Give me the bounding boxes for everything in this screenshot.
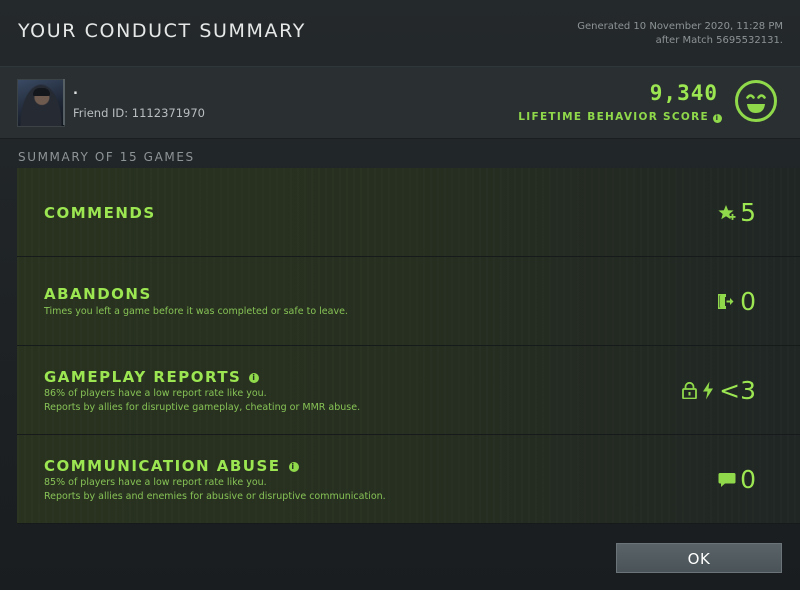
- avatar-divider: [63, 79, 65, 125]
- generated-date: Generated 10 November 2020, 11:28 PM: [577, 21, 783, 32]
- star-plus-icon: [718, 205, 736, 220]
- behavior-score-label: LIFETIME BEHAVIOR SCORE i: [518, 111, 722, 123]
- row-abandons: ABANDONS Times you left a game before it…: [17, 257, 800, 346]
- info-icon[interactable]: i: [288, 462, 299, 472]
- conduct-summary-window: YOUR CONDUCT SUMMARY Generated 10 Novemb…: [0, 0, 800, 590]
- page-title: YOUR CONDUCT SUMMARY: [18, 20, 306, 42]
- abandons-value: 0: [740, 287, 756, 316]
- gameplay-reports-value: <3: [719, 376, 756, 405]
- communication-abuse-detail: Reports by allies and enemies for abusiv…: [44, 491, 386, 502]
- gameplay-reports-description: 86% of players have a low report rate li…: [44, 387, 360, 415]
- behavior-score-value: 9,340: [649, 81, 718, 105]
- friend-id: Friend ID: 1112371970: [73, 106, 205, 120]
- avatar[interactable]: [17, 79, 65, 127]
- info-icon[interactable]: i: [713, 114, 722, 123]
- gameplay-reports-detail: Reports by allies for disruptive gamepla…: [44, 402, 361, 413]
- speech-bubble-icon: [718, 473, 736, 487]
- abandons-description: Times you left a game before it was comp…: [44, 306, 348, 317]
- communication-abuse-description: 85% of players have a low report rate li…: [44, 476, 386, 504]
- communication-abuse-rate: 85% of players have a low report rate li…: [44, 477, 267, 488]
- gameplay-reports-rate: 86% of players have a low report rate li…: [44, 388, 267, 399]
- generated-match: after Match 5695532131.: [655, 35, 783, 46]
- profile-bar: . Friend ID: 1112371970 9,340 LIFETIME B…: [0, 66, 800, 139]
- communication-abuse-title: COMMUNICATION ABUSE i: [44, 457, 299, 475]
- row-gameplay-reports: GAMEPLAY REPORTS i 86% of players have a …: [17, 346, 800, 435]
- summary-heading: SUMMARY OF 15 GAMES: [18, 150, 195, 164]
- smiley-face-icon: [735, 80, 777, 122]
- lightning-icon: [703, 381, 713, 400]
- communication-abuse-title-text: COMMUNICATION ABUSE: [44, 457, 281, 475]
- exit-door-icon: [718, 294, 734, 309]
- communication-abuse-value: 0: [740, 465, 756, 494]
- conduct-rows: COMMENDS 5 ABANDONS Times you left a gam…: [17, 168, 800, 524]
- username: .: [73, 83, 78, 98]
- commends-value: 5: [740, 198, 756, 227]
- gameplay-reports-title-text: GAMEPLAY REPORTS: [44, 368, 242, 386]
- commends-title: COMMENDS: [44, 204, 156, 222]
- row-communication-abuse: COMMUNICATION ABUSE i 85% of players have…: [17, 435, 800, 524]
- row-commends: COMMENDS 5: [17, 168, 800, 257]
- behavior-score-label-text: LIFETIME BEHAVIOR SCORE: [518, 111, 709, 123]
- generated-info: Generated 10 November 2020, 11:28 PM aft…: [577, 20, 783, 48]
- ok-button[interactable]: OK: [616, 543, 782, 573]
- lock-icon: [682, 382, 697, 399]
- abandons-title: ABANDONS: [44, 285, 152, 303]
- info-icon[interactable]: i: [249, 373, 260, 383]
- gameplay-reports-title: GAMEPLAY REPORTS i: [44, 368, 260, 386]
